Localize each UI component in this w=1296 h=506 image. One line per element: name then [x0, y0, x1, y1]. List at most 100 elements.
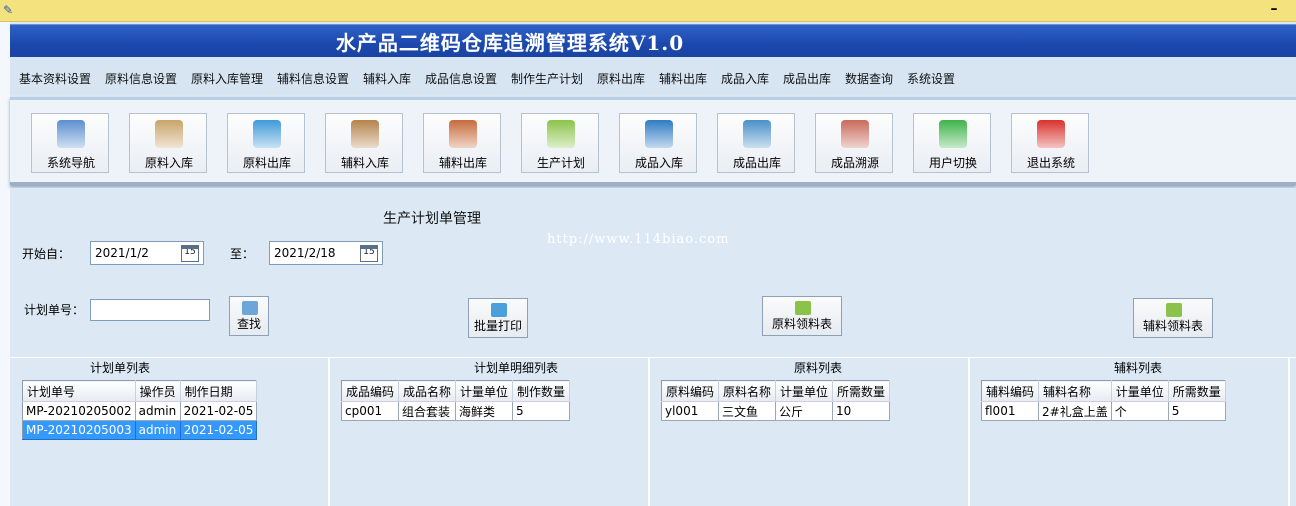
toolbar-aux-inbound-button[interactable]: 辅料入库	[325, 113, 403, 173]
power-icon	[1037, 120, 1065, 148]
search-button[interactable]: 查找	[229, 296, 269, 336]
table-cell[interactable]: fl001	[981, 401, 1040, 421]
table-cell[interactable]: 2#礼盒上盖	[1038, 401, 1112, 421]
table-cell[interactable]: 2021-02-05	[180, 401, 258, 421]
table-cell[interactable]: 海鲜类	[455, 401, 514, 421]
window-in-icon	[645, 120, 673, 148]
printer-icon	[491, 303, 507, 317]
app-banner: 水产品二维码仓库追溯管理系统V1.0	[10, 24, 1296, 57]
menu-item-production-plan[interactable]: 制作生产计划	[511, 70, 583, 87]
column-header[interactable]: 成品编码	[341, 380, 400, 402]
toolbar-system-nav-button[interactable]: 系统导航	[31, 113, 109, 173]
toolbar-product-inbound-button[interactable]: 成品入库	[619, 113, 697, 173]
end-date-picker[interactable]: 2021/2/18 15	[269, 241, 383, 265]
table-cell[interactable]: 5	[1168, 401, 1226, 421]
table-cell[interactable]: admin	[135, 401, 181, 421]
toolbar-aux-outbound-button[interactable]: 辅料出库	[423, 113, 501, 173]
plan-no-input[interactable]	[90, 299, 210, 321]
menu-item-raw-inbound-mgmt[interactable]: 原料入库管理	[191, 70, 263, 87]
table-row[interactable]: yl001 三文鱼 公斤 10	[661, 401, 891, 421]
toolbar-switch-user-button[interactable]: 用户切换	[913, 113, 991, 173]
column-header[interactable]: 计划单号	[22, 380, 136, 402]
column-header[interactable]: 原料名称	[718, 380, 777, 402]
column-header[interactable]: 计量单位	[775, 380, 834, 402]
menu-item-product-info[interactable]: 成品信息设置	[425, 70, 497, 87]
search-icon	[242, 301, 258, 315]
aux-pick-list-button[interactable]: 辅料领料表	[1133, 298, 1213, 338]
menu-item-aux-inbound[interactable]: 辅料入库	[363, 70, 411, 87]
end-date-label: 至：	[230, 247, 255, 261]
table-cell[interactable]: 10	[832, 401, 891, 421]
table-cell[interactable]: admin	[135, 420, 181, 440]
section-title: 生产计划单管理	[383, 211, 481, 227]
menu-item-raw-info[interactable]: 原料信息设置	[105, 70, 177, 87]
pencil-paper-icon	[795, 301, 811, 315]
menu-item-raw-outbound[interactable]: 原料出库	[597, 70, 645, 87]
filter-area	[10, 188, 1296, 356]
menu-item-product-outbound[interactable]: 成品出库	[783, 70, 831, 87]
toolbar-raw-inbound-button[interactable]: 原料入库	[129, 113, 207, 173]
table-cell[interactable]: 5	[512, 401, 571, 421]
start-date-picker[interactable]: 2021/1/2 15	[90, 241, 204, 265]
pencil-paper-icon	[1166, 303, 1182, 317]
plan-list-grid[interactable]: 计划单号 操作员 制作日期 MP-20210205002 admin 2021-…	[22, 380, 258, 440]
column-header[interactable]: 辅料编码	[981, 380, 1040, 402]
table-row[interactable]: fl001 2#礼盒上盖 个 5	[981, 401, 1226, 421]
table-row[interactable]: MP-20210205002 admin 2021-02-05	[22, 401, 258, 421]
table-cell[interactable]: 2021-02-05	[180, 420, 258, 440]
table-cell[interactable]: cp001	[341, 401, 400, 421]
plan-detail-title: 计划单明细列表	[474, 361, 559, 375]
calendar-icon[interactable]: 15	[181, 245, 199, 262]
aux-list-grid[interactable]: 辅料编码 辅料名称 计量单位 所需数量 fl001 2#礼盒上盖 个 5	[981, 380, 1226, 421]
box-out-icon	[449, 120, 477, 148]
menu-item-system-settings[interactable]: 系统设置	[907, 70, 955, 87]
minimize-button[interactable]: –	[1266, 1, 1282, 19]
column-header[interactable]: 操作员	[135, 380, 181, 402]
column-header[interactable]: 成品名称	[398, 380, 457, 402]
start-date-label: 开始自：	[22, 247, 71, 261]
column-header[interactable]: 辅料名称	[1038, 380, 1112, 402]
table-cell[interactable]: MP-20210205003	[22, 420, 136, 440]
house-icon	[841, 120, 869, 148]
table-row-selected[interactable]: MP-20210205003 admin 2021-02-05	[22, 420, 258, 440]
menu-item-aux-info[interactable]: 辅料信息设置	[277, 70, 349, 87]
app-title: 水产品二维码仓库追溯管理系统V1.0	[335, 31, 685, 55]
menu-item-data-query[interactable]: 数据查询	[845, 70, 893, 87]
toolbar-exit-button[interactable]: 退出系统	[1011, 113, 1089, 173]
menu-item-basic-settings[interactable]: 基本资料设置	[19, 70, 91, 87]
batch-print-button[interactable]: 批量打印	[468, 298, 528, 338]
column-header[interactable]: 制作日期	[180, 380, 258, 402]
table-cell[interactable]: MP-20210205002	[22, 401, 136, 421]
table-row[interactable]: cp001 组合套装 海鲜类 5	[341, 401, 571, 421]
raw-list-grid[interactable]: 原料编码 原料名称 计量单位 所需数量 yl001 三文鱼 公斤 10	[661, 380, 891, 421]
window-titlebar: ✎ –	[0, 0, 1296, 22]
database-icon	[57, 120, 85, 148]
column-header[interactable]: 计量单位	[455, 380, 514, 402]
column-header[interactable]: 制作数量	[512, 380, 571, 402]
app-icon: ✎	[3, 3, 14, 17]
menu-item-aux-outbound[interactable]: 辅料出库	[659, 70, 707, 87]
plan-detail-grid[interactable]: 成品编码 成品名称 计量单位 制作数量 cp001 组合套装 海鲜类 5	[341, 380, 571, 421]
table-cell[interactable]: 组合套装	[398, 401, 457, 421]
toolbar-production-plan-button[interactable]: 生产计划	[521, 113, 599, 173]
table-cell[interactable]: yl001	[661, 401, 720, 421]
raw-list-title: 原料列表	[794, 361, 843, 375]
calendar-icon[interactable]: 15	[360, 245, 378, 262]
aux-list-title: 辅料列表	[1114, 361, 1163, 375]
menu-item-product-inbound[interactable]: 成品入库	[721, 70, 769, 87]
toolbar-raw-outbound-button[interactable]: 原料出库	[227, 113, 305, 173]
toolbar-trace-button[interactable]: 成品溯源	[815, 113, 893, 173]
pencil-paper-icon	[547, 120, 575, 148]
toolbar-product-outbound-button[interactable]: 成品出库	[717, 113, 795, 173]
table-cell[interactable]: 个	[1111, 401, 1169, 421]
table-cell[interactable]: 公斤	[775, 401, 834, 421]
toolbar: 系统导航 原料入库 原料出库 辅料入库 辅料出库 生产计划 成品入库 成品出库 …	[10, 97, 1296, 185]
column-header[interactable]: 原料编码	[661, 380, 720, 402]
column-header[interactable]: 计量单位	[1111, 380, 1169, 402]
raw-pick-list-button[interactable]: 原料领料表	[762, 296, 842, 336]
menu-bar: 基本资料设置 原料信息设置 原料入库管理 辅料信息设置 辅料入库 成品信息设置 …	[10, 57, 1296, 95]
panel-divider	[968, 357, 970, 506]
column-header[interactable]: 所需数量	[1168, 380, 1226, 402]
table-cell[interactable]: 三文鱼	[718, 401, 777, 421]
column-header[interactable]: 所需数量	[832, 380, 891, 402]
